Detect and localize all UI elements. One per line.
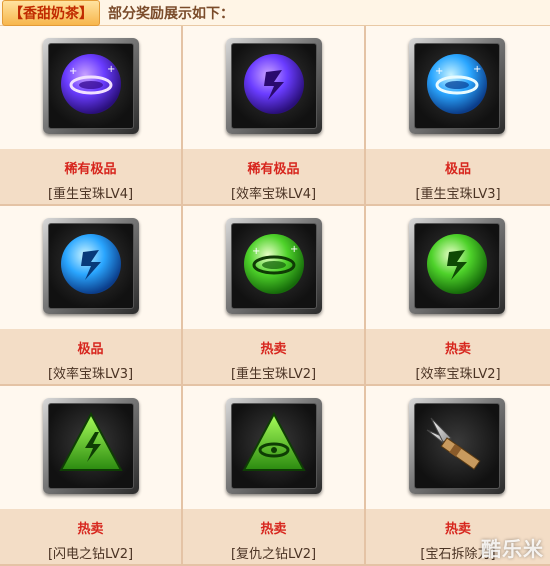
reward-tag: 极品 xyxy=(77,342,104,357)
reward-name: [效率宝珠LV2] xyxy=(415,367,501,382)
reward-caption: 极品 [效率宝珠LV3] xyxy=(0,329,181,384)
watermark-text: 酷乐米 xyxy=(481,537,544,561)
reward-tag: 热卖 xyxy=(260,522,287,537)
svg-text:+: + xyxy=(473,64,481,75)
reward-icon-frame[interactable]: + + xyxy=(409,38,505,134)
reward-name: [效率宝珠LV3] xyxy=(47,367,134,382)
lightning-triangle-icon xyxy=(51,404,131,488)
reward-caption: 稀有极品 [重生宝珠LV4] xyxy=(0,149,181,204)
svg-text:+: + xyxy=(107,64,115,75)
reward-card: 极品 [效率宝珠LV3] xyxy=(0,206,183,386)
reward-tag: 热卖 xyxy=(260,342,287,357)
reward-tag: 稀有极品 xyxy=(64,162,117,177)
svg-text:+: + xyxy=(290,244,298,255)
brand-label: 【香甜奶茶】 xyxy=(2,0,100,26)
reward-tag: 热卖 xyxy=(77,522,104,537)
reward-card: + + 极品 [重生宝珠LV3] xyxy=(366,26,550,206)
reward-caption: 热卖 [复仇之钻LV2] xyxy=(183,509,364,564)
blue-orb-ring-icon: + + xyxy=(417,44,497,128)
svg-text:+: + xyxy=(69,66,77,77)
purple-orb-swirl-icon xyxy=(234,44,314,128)
reward-card: 热卖 [复仇之钻LV2] xyxy=(183,386,366,566)
reward-icon-frame[interactable] xyxy=(409,398,505,494)
reward-name: [闪电之钻LV2] xyxy=(47,547,134,562)
header-text: 部分奖励展示如下： xyxy=(108,5,234,22)
reward-caption: 热卖 [重生宝珠LV2] xyxy=(183,329,364,384)
reward-icon-frame[interactable] xyxy=(43,218,139,314)
reward-card: 热卖 [闪电之钻LV2] xyxy=(0,386,183,566)
reward-name: [重生宝珠LV2] xyxy=(230,367,317,382)
reward-caption: 热卖 [闪电之钻LV2] xyxy=(0,509,181,564)
reward-card: 热卖 [宝石拆除刀] 酷乐米 xyxy=(366,386,550,566)
reward-caption: 热卖 [效率宝珠LV2] xyxy=(366,329,550,384)
green-orb-swirl-icon xyxy=(417,224,497,308)
reward-card: 稀有极品 [效率宝珠LV4] xyxy=(183,26,366,206)
reward-card: + + 热卖 [重生宝珠LV2] xyxy=(183,206,366,386)
blue-orb-swirl-icon xyxy=(51,224,131,308)
reward-icon-frame[interactable] xyxy=(226,38,322,134)
svg-text:+: + xyxy=(435,66,443,77)
reward-tag: 极品 xyxy=(444,162,471,177)
reward-card: + + 稀有极品 [重生宝珠LV4] xyxy=(0,26,183,206)
reward-icon-frame[interactable]: + + xyxy=(43,38,139,134)
reward-name: [重生宝珠LV4] xyxy=(47,187,134,202)
reward-name: [重生宝珠LV3] xyxy=(415,187,501,202)
reward-caption: 稀有极品 [效率宝珠LV4] xyxy=(183,149,364,204)
reward-tag: 稀有极品 xyxy=(247,162,300,177)
reward-header: 【香甜奶茶】 部分奖励展示如下： xyxy=(0,0,550,26)
purple-orb-ring-icon: + + xyxy=(51,44,131,128)
svg-text:+: + xyxy=(252,246,260,257)
reward-grid: + + 稀有极品 [重生宝珠LV4] 稀有极品 [效率宝珠LV4] + + 极品… xyxy=(0,26,550,566)
reward-caption: 极品 [重生宝珠LV3] xyxy=(366,149,550,204)
green-orb-ring-icon: + + xyxy=(234,224,314,308)
reward-icon-frame[interactable]: + + xyxy=(226,218,322,314)
reward-icon-frame[interactable] xyxy=(226,398,322,494)
reward-tag: 热卖 xyxy=(444,342,471,357)
reward-name: [效率宝珠LV4] xyxy=(230,187,317,202)
reward-card: 热卖 [效率宝珠LV2] xyxy=(366,206,550,386)
reward-name: [复仇之钻LV2] xyxy=(230,547,317,562)
eye-triangle-icon xyxy=(234,404,314,488)
reward-icon-frame[interactable] xyxy=(43,398,139,494)
reward-icon-frame[interactable] xyxy=(409,218,505,314)
gem-removal-knife-icon xyxy=(417,404,497,488)
